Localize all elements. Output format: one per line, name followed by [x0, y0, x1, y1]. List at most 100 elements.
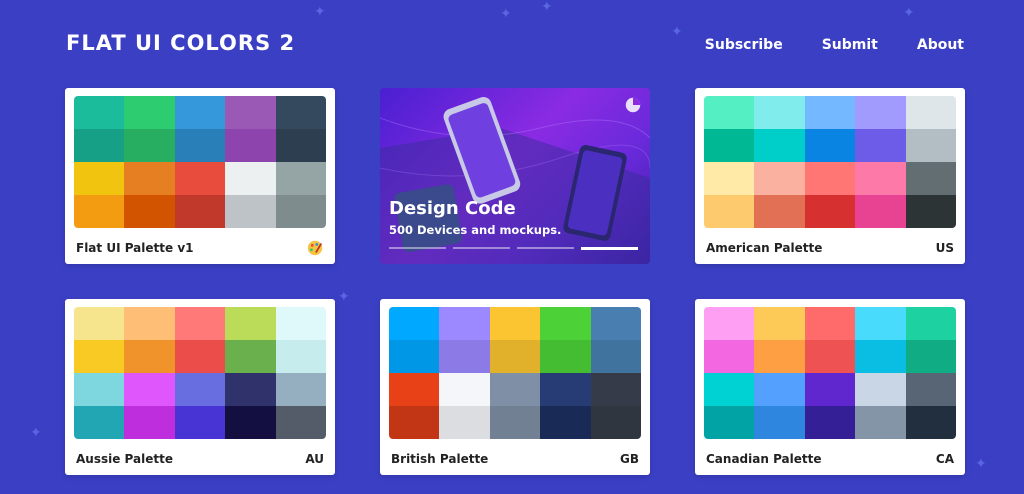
color-swatch[interactable] — [389, 307, 440, 340]
color-swatch[interactable] — [489, 307, 541, 340]
color-swatch[interactable] — [275, 162, 326, 195]
color-swatch[interactable] — [225, 307, 276, 340]
color-swatch[interactable] — [489, 340, 541, 373]
color-swatch[interactable] — [124, 195, 175, 228]
color-swatch[interactable] — [275, 96, 326, 129]
color-swatch[interactable] — [275, 340, 326, 373]
color-swatch[interactable] — [275, 129, 326, 162]
color-swatch[interactable] — [174, 406, 226, 439]
color-swatch[interactable] — [855, 406, 906, 439]
color-swatch[interactable] — [225, 195, 276, 228]
color-swatch[interactable] — [225, 340, 276, 373]
color-swatch[interactable] — [275, 406, 326, 439]
design-code-ad[interactable]: Design Code 500 Devices and mockups. — [380, 88, 650, 264]
slide-indicator-active[interactable] — [581, 247, 638, 250]
color-swatch[interactable] — [174, 373, 226, 406]
color-swatch[interactable] — [804, 307, 856, 340]
color-swatch[interactable] — [124, 307, 175, 340]
color-swatch[interactable] — [74, 406, 125, 439]
nav-subscribe-link[interactable]: Subscribe — [705, 37, 783, 53]
color-swatch[interactable] — [905, 340, 956, 373]
color-swatch[interactable] — [704, 340, 755, 373]
color-swatch[interactable] — [74, 96, 125, 129]
color-swatch[interactable] — [124, 406, 175, 439]
color-swatch[interactable] — [855, 96, 906, 129]
color-swatch[interactable] — [174, 162, 226, 195]
color-swatch[interactable] — [439, 307, 490, 340]
slide-indicator[interactable] — [389, 247, 446, 249]
color-swatch[interactable] — [905, 195, 956, 228]
palette-card-flat-ui-v1[interactable]: Flat UI Palette v1 — [65, 88, 335, 264]
color-swatch[interactable] — [704, 307, 755, 340]
color-swatch[interactable] — [124, 340, 175, 373]
color-swatch[interactable] — [704, 162, 755, 195]
color-swatch[interactable] — [754, 340, 805, 373]
color-swatch[interactable] — [275, 307, 326, 340]
color-swatch[interactable] — [174, 340, 226, 373]
nav-submit-link[interactable]: Submit — [822, 37, 878, 53]
color-swatch[interactable] — [439, 373, 490, 406]
color-swatch[interactable] — [804, 129, 856, 162]
color-swatch[interactable] — [124, 96, 175, 129]
color-swatch[interactable] — [905, 373, 956, 406]
color-swatch[interactable] — [855, 162, 906, 195]
color-swatch[interactable] — [174, 307, 226, 340]
color-swatch[interactable] — [225, 129, 276, 162]
color-swatch[interactable] — [905, 162, 956, 195]
color-swatch[interactable] — [275, 373, 326, 406]
color-swatch[interactable] — [74, 129, 125, 162]
color-swatch[interactable] — [754, 96, 805, 129]
color-swatch[interactable] — [540, 307, 591, 340]
site-logo[interactable]: FLAT UI COLORS 2 — [66, 31, 295, 55]
color-swatch[interactable] — [754, 373, 805, 406]
color-swatch[interactable] — [124, 162, 175, 195]
color-swatch[interactable] — [225, 162, 276, 195]
palette-card-american[interactable]: American Palette US — [695, 88, 965, 264]
color-swatch[interactable] — [174, 195, 226, 228]
color-swatch[interactable] — [905, 307, 956, 340]
color-swatch[interactable] — [905, 406, 956, 439]
color-swatch[interactable] — [389, 340, 440, 373]
color-swatch[interactable] — [855, 307, 906, 340]
color-swatch[interactable] — [855, 129, 906, 162]
color-swatch[interactable] — [704, 96, 755, 129]
color-swatch[interactable] — [754, 129, 805, 162]
color-swatch[interactable] — [174, 96, 226, 129]
color-swatch[interactable] — [74, 195, 125, 228]
color-swatch[interactable] — [704, 195, 755, 228]
color-swatch[interactable] — [905, 129, 956, 162]
color-swatch[interactable] — [540, 373, 591, 406]
color-swatch[interactable] — [754, 195, 805, 228]
color-swatch[interactable] — [855, 373, 906, 406]
color-swatch[interactable] — [74, 307, 125, 340]
nav-about-link[interactable]: About — [917, 37, 964, 53]
color-swatch[interactable] — [74, 373, 125, 406]
color-swatch[interactable] — [804, 340, 856, 373]
color-swatch[interactable] — [704, 129, 755, 162]
slide-indicator[interactable] — [453, 247, 510, 249]
color-swatch[interactable] — [754, 406, 805, 439]
color-swatch[interactable] — [275, 195, 326, 228]
color-swatch[interactable] — [74, 162, 125, 195]
color-swatch[interactable] — [590, 406, 641, 439]
color-swatch[interactable] — [804, 96, 856, 129]
color-swatch[interactable] — [225, 406, 276, 439]
palette-card-british[interactable]: British Palette GB — [380, 299, 650, 475]
color-swatch[interactable] — [804, 406, 856, 439]
color-swatch[interactable] — [389, 373, 440, 406]
color-swatch[interactable] — [225, 373, 276, 406]
color-swatch[interactable] — [905, 96, 956, 129]
color-swatch[interactable] — [225, 96, 276, 129]
color-swatch[interactable] — [489, 373, 541, 406]
palette-card-canadian[interactable]: Canadian Palette CA — [695, 299, 965, 475]
color-swatch[interactable] — [540, 406, 591, 439]
color-swatch[interactable] — [855, 195, 906, 228]
color-swatch[interactable] — [754, 162, 805, 195]
color-swatch[interactable] — [74, 340, 125, 373]
color-swatch[interactable] — [439, 406, 490, 439]
color-swatch[interactable] — [804, 162, 856, 195]
color-swatch[interactable] — [590, 373, 641, 406]
color-swatch[interactable] — [754, 307, 805, 340]
slide-indicator[interactable] — [517, 247, 574, 249]
color-swatch[interactable] — [855, 340, 906, 373]
